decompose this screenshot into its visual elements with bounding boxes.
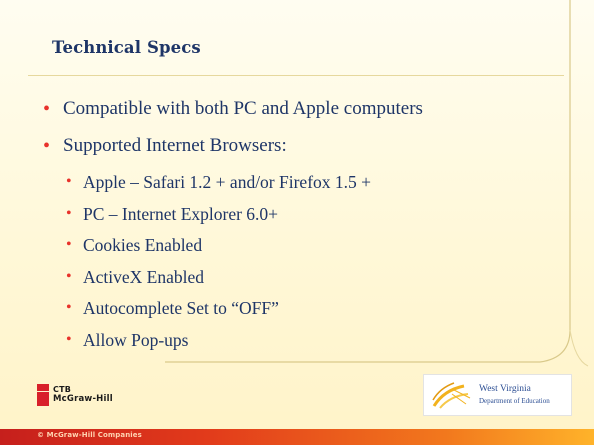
sub-bullet-item: • Allow Pop-ups xyxy=(43,330,563,350)
bullet-item: • Supported Internet Browsers: xyxy=(43,135,563,157)
ctb-logo-line2: McGraw-Hill xyxy=(53,394,113,404)
wv-department-logo: West Virginia Department of Education xyxy=(423,374,572,416)
slide-title: Technical Specs xyxy=(52,38,201,57)
sub-bullet-text: Allow Pop-ups xyxy=(83,329,189,350)
title-divider xyxy=(28,75,564,76)
sub-bullet-item: • ActiveX Enabled xyxy=(43,267,563,287)
wv-logo-line2: Department of Education xyxy=(479,397,550,405)
sub-bullet-marker: • xyxy=(66,204,72,222)
footer-copyright: © McGraw-Hill Companies xyxy=(37,431,142,439)
sub-bullet-marker: • xyxy=(66,330,72,348)
sub-bullet-text: PC – Internet Explorer 6.0+ xyxy=(83,203,279,224)
sub-bullet-item: • PC – Internet Explorer 6.0+ xyxy=(43,204,563,224)
wv-logo-line1: West Virginia xyxy=(479,384,531,394)
sub-bullet-text: Autocomplete Set to “OFF” xyxy=(83,298,279,318)
ctb-logo-mark-icon xyxy=(37,384,49,406)
sub-bullet-marker: • xyxy=(66,173,72,190)
bullet-text: Compatible with both PC and Apple comput… xyxy=(63,98,423,119)
sub-bullet-marker: • xyxy=(66,299,72,316)
footer-bar: © McGraw-Hill Companies xyxy=(0,429,594,445)
sub-bullet-item: • Cookies Enabled xyxy=(43,235,563,255)
sub-bullet-text: ActiveX Enabled xyxy=(83,266,204,287)
sub-bullet-item: • Apple – Safari 1.2 + and/or Firefox 1.… xyxy=(43,172,563,192)
sub-bullet-marker: • xyxy=(66,236,72,253)
sub-bullet-text: Apple – Safari 1.2 + and/or Firefox 1.5 … xyxy=(83,172,372,192)
sub-bullet-text: Cookies Enabled xyxy=(83,235,203,255)
bullet-marker: • xyxy=(43,135,51,157)
ctb-mcgraw-hill-logo: CTB McGraw-Hill xyxy=(37,384,157,406)
bullet-text: Supported Internet Browsers: xyxy=(63,135,287,156)
wv-sun-icon xyxy=(432,382,471,409)
bullet-item: • Compatible with both PC and Apple comp… xyxy=(43,98,563,120)
bullet-list: • Compatible with both PC and Apple comp… xyxy=(43,98,563,361)
sub-bullet-marker: • xyxy=(66,267,72,285)
presentation-slide: Technical Specs • Compatible with both P… xyxy=(0,0,594,445)
sub-bullet-item: • Autocomplete Set to “OFF” xyxy=(43,298,563,318)
bullet-marker: • xyxy=(43,98,51,120)
ctb-logo-line1: CTB xyxy=(53,385,72,394)
